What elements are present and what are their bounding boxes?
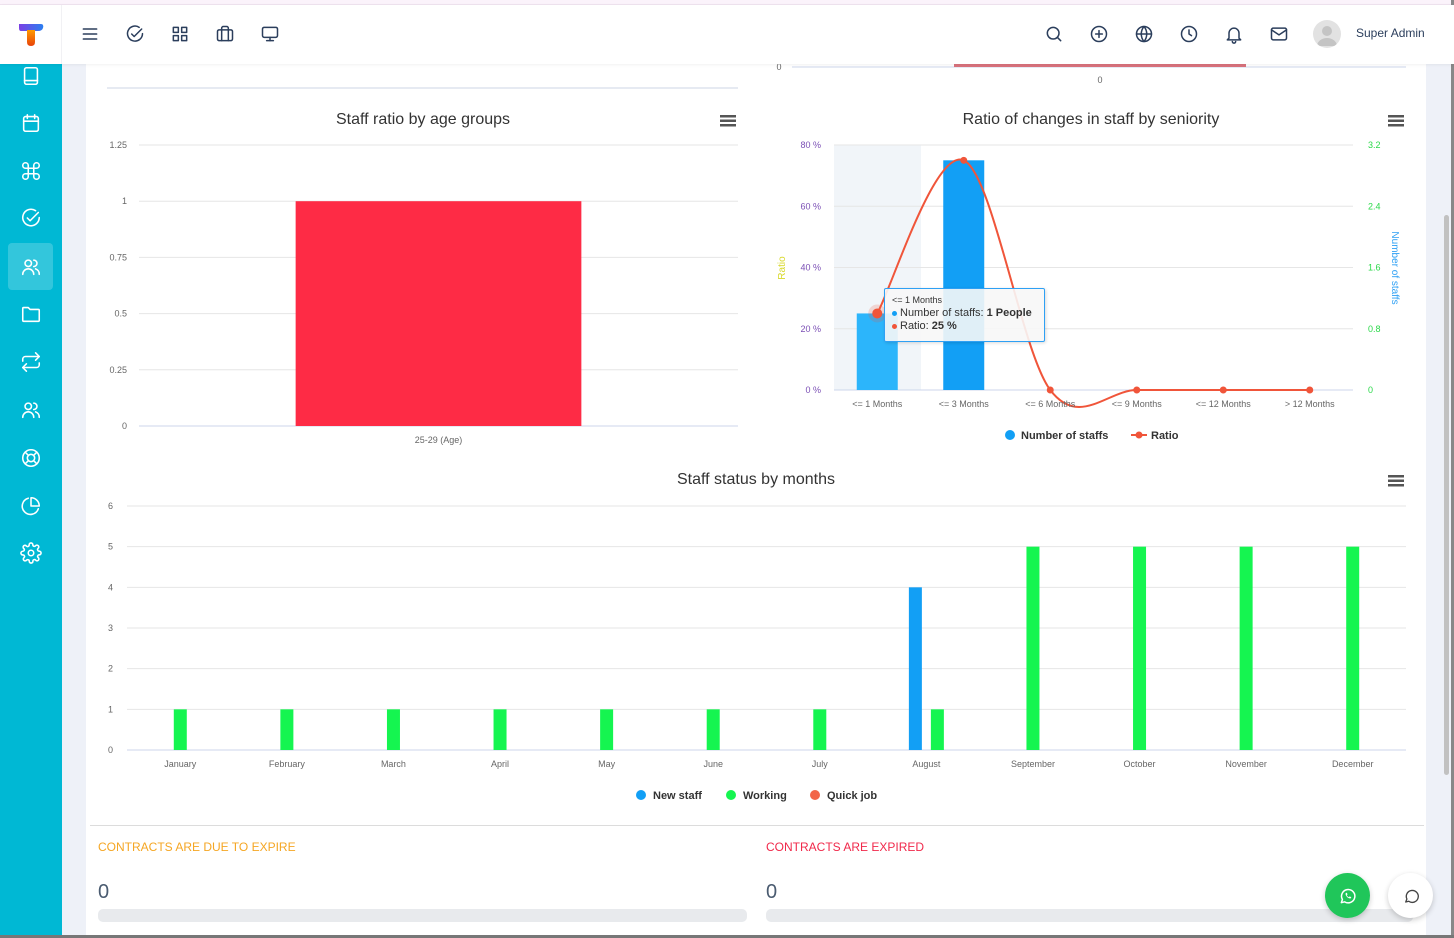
sidebar-item-settings[interactable]	[8, 529, 53, 576]
tooltip-header: <= 1 Months	[892, 295, 943, 305]
chat-bubble-icon	[1404, 889, 1419, 903]
status-legend: New staff Working Quick job	[636, 790, 877, 802]
settings-icon	[19, 541, 42, 564]
tooltip-row-staffs: Number of staffs: 1 People	[892, 307, 1037, 320]
whatsapp-button[interactable]	[1325, 873, 1370, 918]
sidebar-item-command[interactable]	[8, 147, 53, 194]
tooltip-staff-value: 1 People	[986, 307, 1032, 319]
book-icon	[23, 66, 38, 85]
seniority-legend: Number of staffs Ratio	[1005, 430, 1179, 442]
sidebar-item-files[interactable]	[8, 290, 53, 337]
users-icon	[21, 401, 40, 418]
briefcase-icon[interactable]	[214, 23, 236, 45]
contracts-due-progress	[98, 909, 747, 922]
seniority-chart-menu-button[interactable]	[1388, 115, 1404, 127]
legend-label: Working	[743, 790, 787, 802]
user-name[interactable]: Super Admin	[1356, 26, 1425, 40]
legend-dot	[1135, 431, 1143, 439]
search-icon[interactable]	[1043, 23, 1065, 45]
tooltip-dot	[892, 311, 897, 316]
contracts-expired-progress	[766, 909, 1413, 922]
plus-circle-icon[interactable]	[1088, 23, 1110, 45]
top-header: Super Admin	[0, 5, 1454, 64]
content-gutter	[62, 64, 86, 938]
logo[interactable]	[0, 5, 62, 64]
sidebar-item-tasks[interactable]	[8, 194, 53, 241]
whatsapp-icon	[1340, 888, 1356, 904]
tooltip-ratio-value: 25 %	[931, 320, 957, 332]
sidebar-item-calendar[interactable]	[8, 99, 53, 146]
calendar-icon	[22, 113, 39, 132]
scrollbar-thumb[interactable]	[1444, 215, 1449, 775]
mail-icon[interactable]	[1268, 23, 1290, 45]
legend-dot	[636, 790, 646, 800]
life-buoy-icon	[21, 448, 40, 467]
globe-icon[interactable]	[1133, 23, 1155, 45]
clock-icon[interactable]	[1178, 23, 1200, 45]
check-circle-icon	[21, 208, 40, 227]
tooltip-dot	[892, 324, 897, 329]
tooltip-row-ratio: Ratio: 25 %	[892, 320, 1037, 333]
tooltip-ratio-label: Ratio:	[900, 320, 929, 332]
chat-button[interactable]	[1388, 873, 1433, 918]
folder-icon	[21, 306, 40, 322]
menu-icon[interactable]	[79, 23, 101, 45]
pie-chart-icon	[21, 496, 40, 515]
sidebar	[0, 64, 62, 938]
avatar[interactable]	[1313, 20, 1341, 48]
contracts-expired-value: 0	[766, 881, 778, 903]
contracts-due-label: CONTRACTS ARE DUE TO EXPIRE	[98, 840, 296, 854]
sidebar-item-transfers[interactable]	[8, 338, 53, 385]
contracts-due-value: 0	[98, 881, 110, 903]
sidebar-item-support[interactable]	[8, 434, 53, 481]
legend-label: Number of staffs	[1021, 430, 1108, 442]
repeat-icon	[21, 351, 40, 372]
section-divider	[90, 825, 1424, 826]
main-content	[86, 64, 1426, 938]
status-chart-menu-button[interactable]	[1388, 475, 1404, 487]
sidebar-item-hr[interactable]	[8, 243, 53, 290]
sidebar-item-users[interactable]	[8, 386, 53, 433]
legend-dot	[810, 790, 820, 800]
check-circle-icon[interactable]	[124, 23, 146, 45]
bell-icon[interactable]	[1223, 23, 1245, 45]
legend-item-number-of-staffs[interactable]: Number of staffs	[1005, 430, 1108, 442]
contracts-expired-label: CONTRACTS ARE EXPIRED	[766, 840, 925, 854]
tooltip-staff-label: Number of staffs:	[900, 307, 984, 319]
monitor-icon[interactable]	[259, 23, 281, 45]
sidebar-item-reports[interactable]	[8, 482, 53, 529]
legend-label: New staff	[653, 790, 702, 802]
legend-dot	[726, 790, 736, 800]
age-chart-menu-button[interactable]	[720, 115, 736, 127]
users-icon	[21, 258, 40, 275]
command-icon	[21, 161, 40, 180]
grid-icon[interactable]	[169, 23, 191, 45]
legend-dot	[1005, 430, 1015, 440]
chart-tooltip: <= 1 Months Number of staffs: 1 People R…	[884, 288, 1045, 342]
legend-label: Ratio	[1151, 430, 1179, 442]
logo-icon	[18, 23, 43, 46]
legend-label: Quick job	[827, 790, 877, 802]
